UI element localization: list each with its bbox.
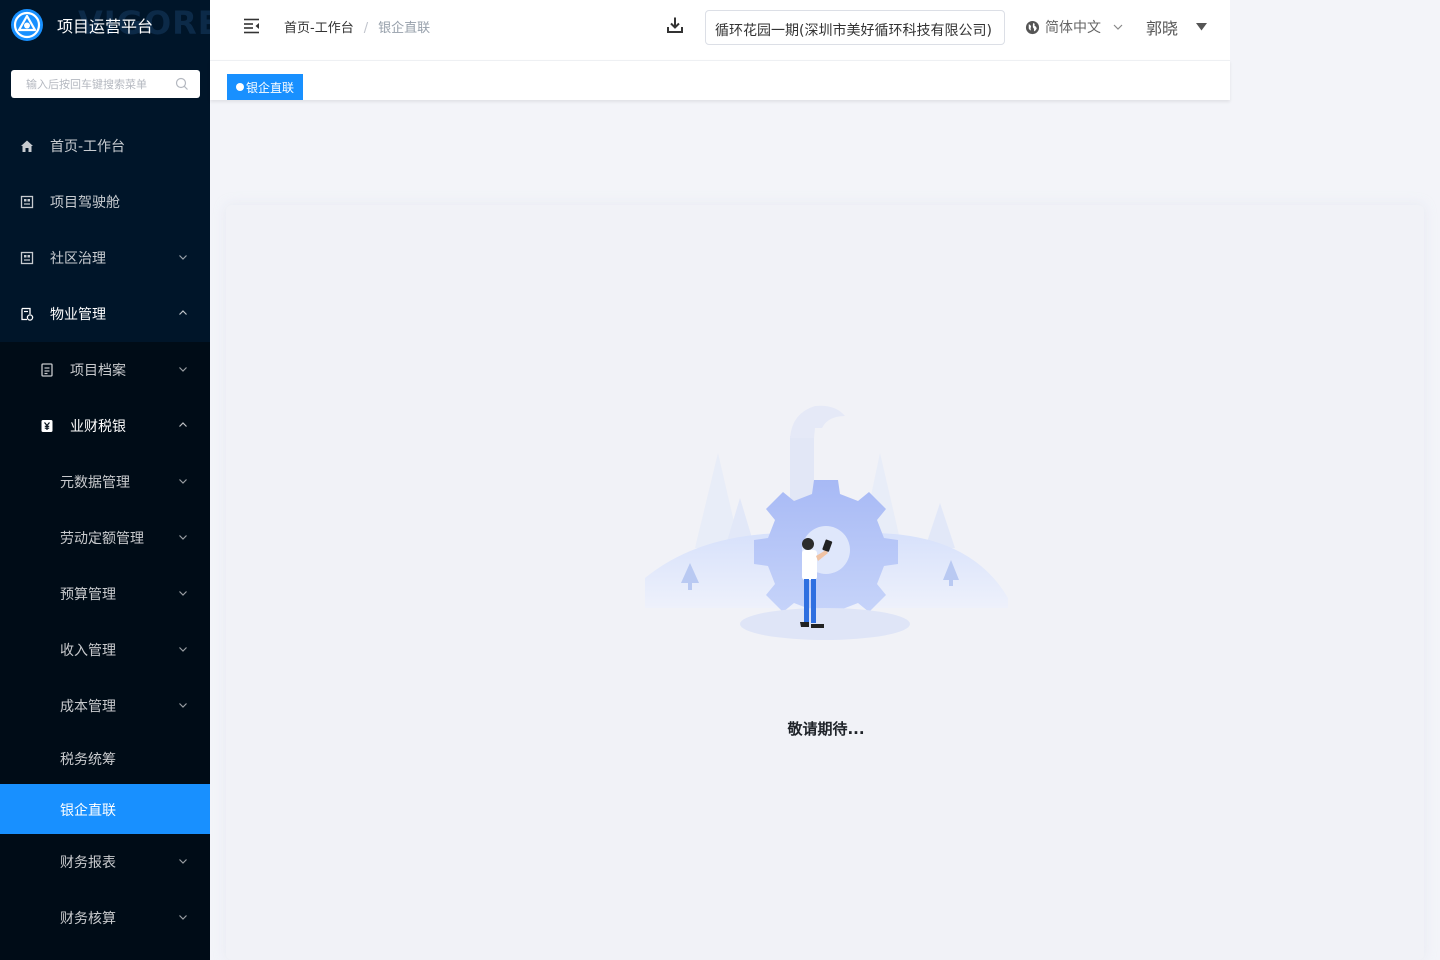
sidebar-item-home[interactable]: 首页-工作台 xyxy=(0,118,210,174)
sidebar-item-accounting[interactable]: 财务核算 xyxy=(0,890,210,946)
chevron-down-icon xyxy=(179,591,187,596)
sidebar-item-finance-tax-bank[interactable]: 业财税银 xyxy=(0,398,210,454)
sidebar-item-financial-reports[interactable]: 财务报表 xyxy=(0,834,210,890)
sidebar-item-tax-planning[interactable]: 税务统筹 xyxy=(0,731,210,783)
breadcrumb: 首页-工作台 / 银企直联 xyxy=(284,17,430,36)
chevron-down-icon xyxy=(179,479,187,484)
home-icon xyxy=(21,140,33,152)
chevron-down-icon xyxy=(179,535,187,540)
sidebar-item-cockpit[interactable]: 项目驾驶舱 xyxy=(0,174,210,230)
download-icon[interactable] xyxy=(666,16,684,34)
sidebar-item-label: 劳动定额管理 xyxy=(60,531,144,547)
sidebar-item-label: 预算管理 xyxy=(60,587,116,603)
chevron-down-icon xyxy=(179,915,187,920)
sidebar-item-label: 财务核算 xyxy=(60,911,116,927)
language-label: 简体中文 xyxy=(1045,20,1101,36)
breadcrumb-separator: / xyxy=(363,21,369,36)
search-icon[interactable] xyxy=(175,77,189,91)
dashboard-icon xyxy=(20,251,34,265)
sidebar-item-labor-quota[interactable]: 劳动定额管理 xyxy=(0,510,210,566)
sidebar: VIGORE 项目运营平台 首页-工作台 项目驾驶舱 社区治理 物业管理 xyxy=(0,0,210,960)
sidebar-item-label: 项目驾驶舱 xyxy=(50,195,120,211)
breadcrumb-home[interactable]: 首页-工作台 xyxy=(284,21,354,36)
sidebar-item-label: 成本管理 xyxy=(60,699,116,715)
user-menu[interactable]: 郭晓 xyxy=(1146,15,1208,39)
menu-fold-icon[interactable] xyxy=(243,17,260,34)
document-icon xyxy=(41,363,53,377)
chevron-down-icon xyxy=(179,859,187,864)
property-icon xyxy=(21,307,34,321)
sidebar-item-label: 首页-工作台 xyxy=(50,139,126,155)
chevron-down-icon xyxy=(179,367,187,372)
sidebar-item-income[interactable]: 收入管理 xyxy=(0,622,210,678)
chevron-down-icon xyxy=(179,647,187,652)
chevron-down-icon xyxy=(179,255,187,260)
user-name: 郭晓 xyxy=(1146,19,1179,38)
yuan-icon xyxy=(41,420,53,432)
tab-label: 银企直联 xyxy=(246,80,295,95)
project-select[interactable]: 循环花园一期(深圳市美好循环科技有限公司) xyxy=(705,10,1005,45)
chevron-up-icon xyxy=(179,422,187,427)
project-select-value: 循环花园一期(深圳市美好循环科技有限公司) xyxy=(715,23,992,39)
sidebar-item-label: 项目档案 xyxy=(70,363,126,379)
sidebar-item-label: 业财税银 xyxy=(70,419,126,435)
sidebar-item-label: 元数据管理 xyxy=(60,475,130,491)
sidebar-item-bank-direct[interactable]: 银企直联 xyxy=(0,784,210,834)
sidebar-item-cost[interactable]: 成本管理 xyxy=(0,678,210,734)
chevron-down-icon xyxy=(179,703,187,708)
tab-active-dot xyxy=(236,83,244,91)
sidebar-item-label: 税务统筹 xyxy=(60,752,116,768)
chevron-down-icon xyxy=(1113,24,1123,30)
sidebar-item-label: 银企直联 xyxy=(60,803,116,819)
menu-search-input[interactable] xyxy=(11,70,171,98)
top-header: 首页-工作台 / 银企直联 循环花园一期(深圳市美好循环科技有限公司) 简体中文 郭… xyxy=(210,0,1230,60)
breadcrumb-current: 银企直联 xyxy=(378,21,431,36)
sidebar-item-community[interactable]: 社区治理 xyxy=(0,230,210,286)
sidebar-item-label: 社区治理 xyxy=(50,251,106,267)
sidebar-item-project-archive[interactable]: 项目档案 xyxy=(0,342,210,398)
logo-icon xyxy=(11,9,43,41)
sidebar-item-label: 物业管理 xyxy=(50,307,106,323)
sidebar-item-budget[interactable]: 预算管理 xyxy=(0,566,210,622)
app-title: 项目运营平台 xyxy=(57,17,154,36)
coming-soon-message: 敬请期待... xyxy=(787,720,865,738)
sidebar-item-property[interactable]: 物业管理 xyxy=(0,286,210,342)
tab-bank-direct[interactable]: 银企直联 xyxy=(227,74,304,100)
chevron-up-icon xyxy=(179,310,187,315)
logo-row: VIGORE 项目运营平台 xyxy=(0,0,210,50)
sidebar-item-metadata[interactable]: 元数据管理 xyxy=(0,454,210,510)
language-switcher[interactable]: 简体中文 xyxy=(1025,17,1123,37)
sidebar-item-label: 收入管理 xyxy=(60,643,116,659)
coming-soon-illustration xyxy=(645,405,1008,640)
caret-down-icon xyxy=(1196,23,1208,31)
sidebar-item-label: 财务报表 xyxy=(60,855,116,871)
menu-search xyxy=(11,70,200,98)
globe-icon xyxy=(1025,20,1040,34)
dashboard-icon xyxy=(20,195,34,209)
tab-bar: 银企直联 xyxy=(210,60,1230,100)
